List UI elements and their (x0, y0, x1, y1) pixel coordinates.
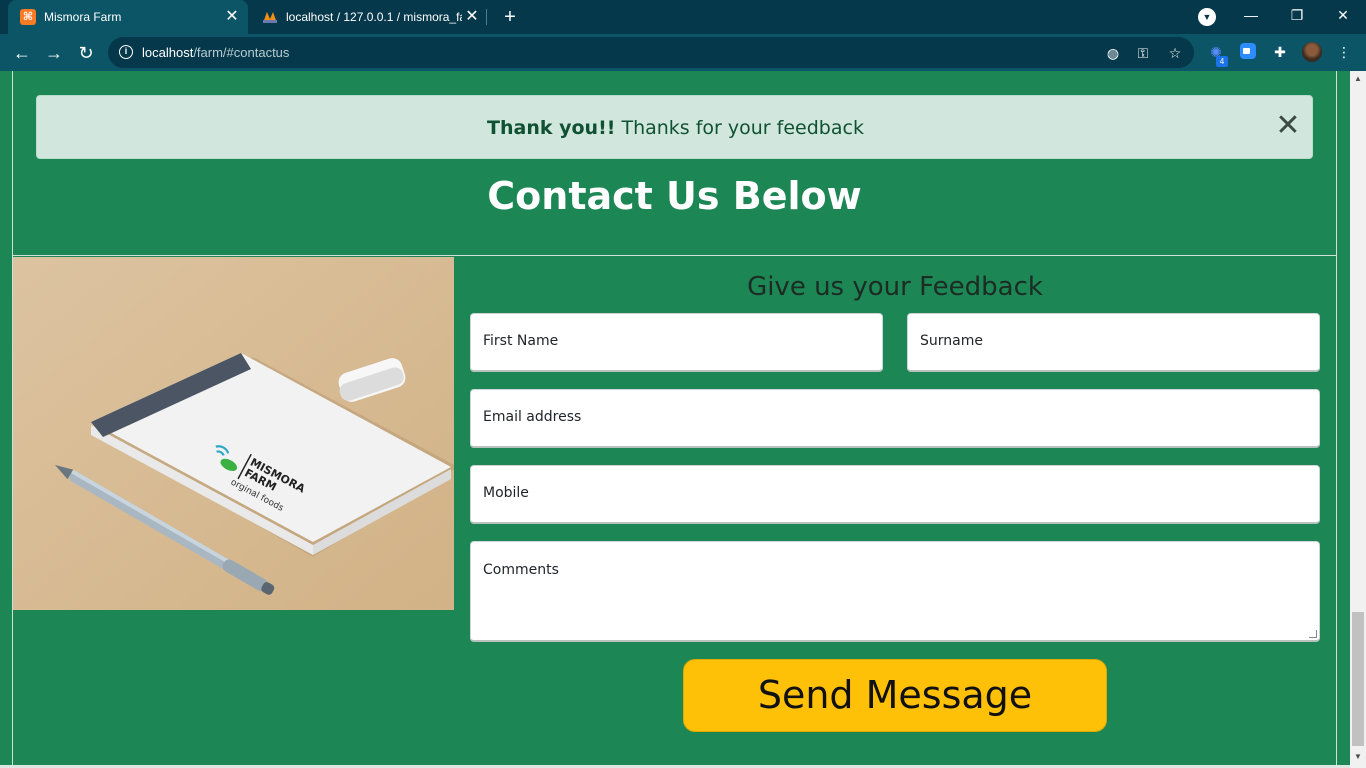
scroll-down-icon[interactable]: ▼ (1350, 750, 1366, 764)
close-window-icon[interactable]: ✕ (1320, 0, 1366, 32)
resize-handle-icon[interactable] (1309, 630, 1317, 638)
tab-title: localhost / 127.0.0.1 / mismora_fa (286, 10, 462, 24)
extension-badge: 4 (1216, 56, 1228, 67)
scroll-up-icon[interactable]: ▲ (1350, 72, 1366, 86)
tab-phpmyadmin[interactable]: localhost / 127.0.0.1 / mismora_fa ✕ (250, 0, 488, 34)
site-info-icon[interactable]: i (119, 45, 133, 59)
tab-mismora-farm[interactable]: ⌘ Mismora Farm ✕ (8, 0, 248, 34)
email-input[interactable]: Email address (470, 389, 1320, 448)
first-name-input[interactable]: First Name (470, 313, 883, 372)
blocked-cookie-icon[interactable]: ◍ (1104, 44, 1122, 62)
send-message-button[interactable]: Send Message (683, 659, 1107, 732)
profile-avatar[interactable] (1302, 42, 1322, 62)
alert-message: Thank you!! Thanks for your feedback (487, 117, 864, 139)
form-title: Give us your Feedback (747, 272, 1043, 302)
alert-close-icon[interactable]: ✕ (1273, 111, 1303, 142)
scroll-thumb[interactable] (1352, 612, 1364, 746)
star-icon[interactable]: ☆ (1166, 44, 1184, 62)
restore-icon[interactable]: ❐ (1274, 0, 1320, 32)
zoom-extension-icon[interactable] (1240, 43, 1256, 59)
back-icon[interactable]: ← (8, 39, 36, 67)
mobile-input[interactable]: Mobile (470, 465, 1320, 524)
comments-placeholder: Comments (483, 562, 559, 578)
close-tab-icon[interactable]: ✕ (222, 7, 242, 27)
browser-toolbar: ← → ↻ i localhost/farm/#contactus ◍ ⚿ ☆ … (0, 34, 1366, 71)
tab-search-icon[interactable]: ▼ (1198, 8, 1216, 26)
xampp-icon: ⌘ (20, 9, 36, 25)
reload-icon[interactable]: ↻ (72, 39, 100, 67)
forward-icon[interactable]: → (40, 39, 68, 67)
success-alert: Thank you!! Thanks for your feedback ✕ (36, 95, 1313, 159)
close-tab-icon[interactable]: ✕ (462, 7, 482, 27)
browser-tab-bar: ⌘ Mismora Farm ✕ localhost / 127.0.0.1 /… (0, 0, 1366, 34)
menu-kebab-icon[interactable]: ⋮ (1334, 42, 1354, 62)
key-icon[interactable]: ⚿ (1134, 44, 1152, 62)
url-text[interactable]: localhost/farm/#contactus (142, 45, 289, 60)
phpmyadmin-icon (262, 9, 278, 25)
tab-separator (486, 9, 487, 25)
notebook-photo: MISMORA FARM orginal foods (13, 257, 454, 610)
section-title: Contact Us Below (487, 174, 862, 218)
minimize-icon[interactable]: — (1228, 0, 1274, 32)
surname-input[interactable]: Surname (907, 313, 1320, 372)
address-bar[interactable]: i localhost/farm/#contactus ◍ ⚿ ☆ (108, 37, 1194, 68)
extensions-puzzle-icon[interactable]: ✚ (1270, 42, 1290, 62)
tab-title: Mismora Farm (44, 10, 122, 24)
new-tab-icon[interactable]: + (498, 5, 522, 29)
comments-textarea[interactable]: Comments (470, 541, 1320, 642)
